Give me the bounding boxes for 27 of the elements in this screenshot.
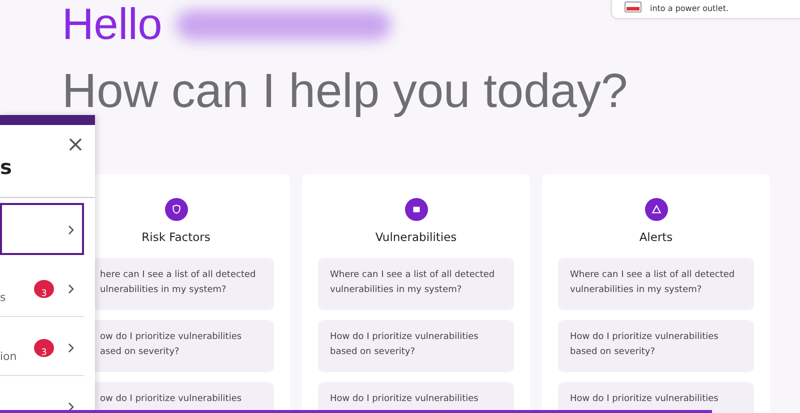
drawer-item[interactable]: ion 3	[0, 317, 84, 376]
suggested-question[interactable]: How do I prioritize vulnerabilities	[318, 382, 514, 413]
drawer-item[interactable]: s 3	[0, 258, 84, 317]
card-title: Alerts	[639, 230, 673, 244]
chevron-icon	[68, 284, 75, 294]
suggested-question[interactable]: Where can I see a list of all detected vulnerabilities in my system?	[558, 258, 754, 310]
chevron-icon	[68, 402, 75, 412]
card-title: Risk Factors	[142, 230, 210, 244]
card-title: Vulnerabilities	[375, 230, 457, 244]
shield-icon	[164, 198, 188, 221]
chevron-icon	[68, 225, 75, 235]
suggested-question[interactable]: How do I prioritize vulnerabilities based on severity?	[558, 320, 754, 372]
alert-icon	[644, 198, 668, 221]
drawer-item[interactable]	[0, 203, 84, 255]
item-label: s	[0, 291, 6, 304]
item-label: ion	[0, 350, 17, 363]
count-badge: 3	[34, 280, 54, 298]
page-heading: How can I help you today?	[62, 64, 629, 120]
chevron-icon	[68, 343, 75, 353]
suggested-question[interactable]: Where can I see a list of all detected vulnerabilities in my system?	[318, 258, 514, 310]
drawer-title: s	[0, 155, 12, 179]
close-button[interactable]	[68, 137, 83, 152]
greeting-text: Hello	[62, 0, 162, 50]
suggested-question[interactable]: How do I prioritize vulnerabilities based on severity?	[318, 320, 514, 372]
count-badge: 3	[34, 339, 54, 357]
notification-text: into a power outlet.	[650, 4, 729, 13]
suggested-question[interactable]: How do I prioritize vulnerabilities	[558, 382, 754, 413]
